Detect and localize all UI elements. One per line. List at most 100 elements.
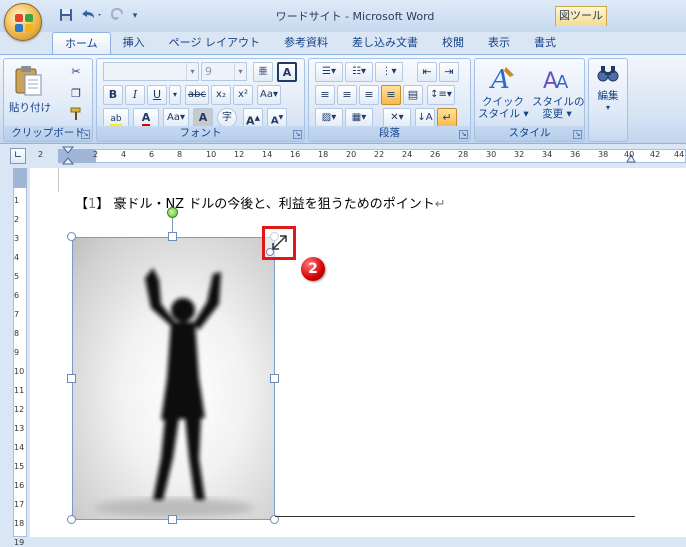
- ruler-tick-label: 14: [262, 150, 273, 159]
- ruler-tick-label: 18: [318, 150, 329, 159]
- document-heading[interactable]: 【1】 豪ドル・NZ ドルの今後と、利益を狙うためのポイント↵: [75, 193, 446, 212]
- vertical-ruler[interactable]: 1 2 3 4 5 6 7 8 9 10 11 12 13 14 15 16 17 18 19: [8, 168, 30, 547]
- align-left-icon[interactable]: ≡: [315, 85, 335, 105]
- editing-label: 編集: [597, 90, 619, 102]
- paste-button[interactable]: 貼り付け: [8, 62, 51, 122]
- horizontal-ruler[interactable]: 2 2 4 6 8 10 12 14 16 18 20 22 24 26 28 30 32 34 36 38 40 42 4…: [30, 144, 686, 168]
- ribbon-tabs: ホーム 挿入 ページ レイアウト 参考資料 差し込み文書 校閲 表示 書式: [52, 32, 568, 54]
- superscript-icon[interactable]: x²: [233, 85, 253, 105]
- tab-selector-icon[interactable]: ∟: [10, 148, 26, 164]
- chevron-down-icon[interactable]: ▾: [169, 85, 181, 105]
- change-styles-button[interactable]: AA スタイルの 変更 ▾: [531, 62, 585, 122]
- distributed-icon[interactable]: ▤: [403, 85, 423, 105]
- customize-icon[interactable]: ▾: [130, 8, 140, 24]
- grow-font-icon[interactable]: A▲: [243, 108, 263, 128]
- resize-handle-bottom-left[interactable]: [67, 515, 76, 524]
- clipboard-launcher-icon[interactable]: ↘: [81, 130, 90, 139]
- decrease-indent-icon[interactable]: ⇤: [417, 62, 437, 82]
- line-spacing-icon[interactable]: ↕≡▾: [427, 85, 455, 105]
- rotation-handle[interactable]: [167, 207, 178, 218]
- tab-mailings[interactable]: 差し込み文書: [340, 32, 430, 54]
- shading-icon[interactable]: ▨▾: [315, 108, 343, 128]
- multilevel-list-icon[interactable]: ⋮▾: [375, 62, 403, 82]
- font-launcher-icon[interactable]: ↘: [293, 130, 302, 139]
- chevron-down-icon: ▾: [234, 63, 246, 80]
- paste-icon: [15, 66, 42, 96]
- ruler-tick-label: 30: [486, 150, 497, 159]
- save-icon[interactable]: [58, 8, 74, 24]
- borders-icon[interactable]: ▦▾: [345, 108, 373, 128]
- ruler-tick-label: 42: [650, 150, 661, 159]
- margin-guide: [58, 168, 59, 192]
- picture-tools-tab[interactable]: 図ツール: [555, 6, 607, 26]
- style-launcher-icon[interactable]: ↘: [573, 130, 582, 139]
- office-logo-icon: [15, 14, 33, 32]
- tab-references[interactable]: 参考資料: [272, 32, 340, 54]
- underline-icon[interactable]: U: [147, 85, 167, 105]
- ruler-tick-label: 32: [514, 150, 525, 159]
- bullets-icon[interactable]: ☰▾: [315, 62, 343, 82]
- ruler-tick-label: 44: [674, 150, 685, 159]
- editing-button[interactable]: 編集 ▾: [591, 62, 625, 138]
- character-shading-icon[interactable]: A: [193, 108, 213, 128]
- subscript-icon[interactable]: x₂: [211, 85, 231, 105]
- font-size-combo[interactable]: 9 ▾: [201, 62, 247, 81]
- font-color-icon[interactable]: A: [133, 108, 159, 128]
- highlight-icon[interactable]: ab: [103, 108, 129, 128]
- resize-handle-left[interactable]: [67, 374, 76, 383]
- ruler-tick-label: 28: [458, 150, 469, 159]
- paragraph-launcher-icon[interactable]: ↘: [459, 130, 468, 139]
- style-group: A クイック スタイル ▾ AA スタイルの 変更 ▾ スタイル ↘: [474, 58, 585, 142]
- show-marks-icon[interactable]: ↵: [437, 108, 457, 128]
- resize-handle-top-left[interactable]: [67, 232, 76, 241]
- tab-insert[interactable]: 挿入: [111, 32, 157, 54]
- change-case-icon[interactable]: Aa▾: [257, 85, 281, 105]
- tab-format[interactable]: 書式: [522, 32, 568, 54]
- tab-review[interactable]: 校閲: [430, 32, 476, 54]
- redo-icon[interactable]: [108, 7, 126, 24]
- cut-icon[interactable]: ✂: [66, 62, 86, 82]
- resize-handle-bottom[interactable]: [168, 515, 177, 524]
- ruler-tick-label: 6: [149, 150, 155, 159]
- tab-page-layout[interactable]: ページ レイアウト: [157, 32, 272, 54]
- align-center-icon[interactable]: ≡: [337, 85, 357, 105]
- shrink-font-icon[interactable]: A▼: [267, 108, 287, 128]
- chevron-down-icon: ▾: [605, 103, 610, 112]
- change-styles-icon: AA: [543, 69, 569, 94]
- resize-handle-right[interactable]: [270, 374, 279, 383]
- selected-picture[interactable]: [72, 237, 275, 520]
- ruler-tick-label: 11: [14, 386, 25, 395]
- tab-view[interactable]: 表示: [476, 32, 522, 54]
- resize-handle-top[interactable]: [168, 232, 177, 241]
- sort-icon[interactable]: ↓A: [415, 108, 435, 128]
- font-grow-shrink-icon[interactable]: Aa▾: [163, 108, 189, 128]
- asian-layout-icon[interactable]: ✕▾: [383, 108, 411, 128]
- italic-icon[interactable]: I: [125, 85, 145, 105]
- strikethrough-icon[interactable]: abc: [185, 85, 209, 105]
- step-number-badge: 2: [301, 257, 325, 281]
- quick-styles-label-1: クイック: [482, 96, 524, 108]
- ruler-tick-label: 38: [598, 150, 609, 159]
- font-name-combo[interactable]: ▾: [103, 62, 199, 81]
- character-border-icon[interactable]: A: [277, 62, 297, 82]
- ruler-tick-label: 6: [14, 291, 20, 300]
- phonetic-guide-icon[interactable]: 亜: [253, 62, 273, 82]
- justify-icon[interactable]: ≡: [381, 85, 401, 105]
- bold-icon[interactable]: B: [103, 85, 123, 105]
- copy-icon[interactable]: ❐: [66, 84, 86, 104]
- numbering-icon[interactable]: ☷▾: [345, 62, 373, 82]
- ruler-tick-label: 9: [14, 348, 20, 357]
- ruler-tick-label: 22: [374, 150, 385, 159]
- svg-text:A: A: [556, 72, 569, 93]
- ruler-tick-label: 4: [14, 253, 20, 262]
- office-button[interactable]: [4, 3, 42, 41]
- quick-styles-button[interactable]: A クイック スタイル ▾: [477, 62, 529, 122]
- indent-marker-icon[interactable]: [62, 146, 74, 166]
- tab-home[interactable]: ホーム: [52, 32, 111, 54]
- enclose-characters-icon[interactable]: 字: [217, 108, 237, 128]
- ruler-tick-label: 16: [290, 150, 301, 159]
- align-right-icon[interactable]: ≡: [359, 85, 379, 105]
- undo-icon[interactable]: [78, 8, 104, 24]
- format-painter-icon[interactable]: [66, 106, 86, 126]
- increase-indent-icon[interactable]: ⇥: [439, 62, 459, 82]
